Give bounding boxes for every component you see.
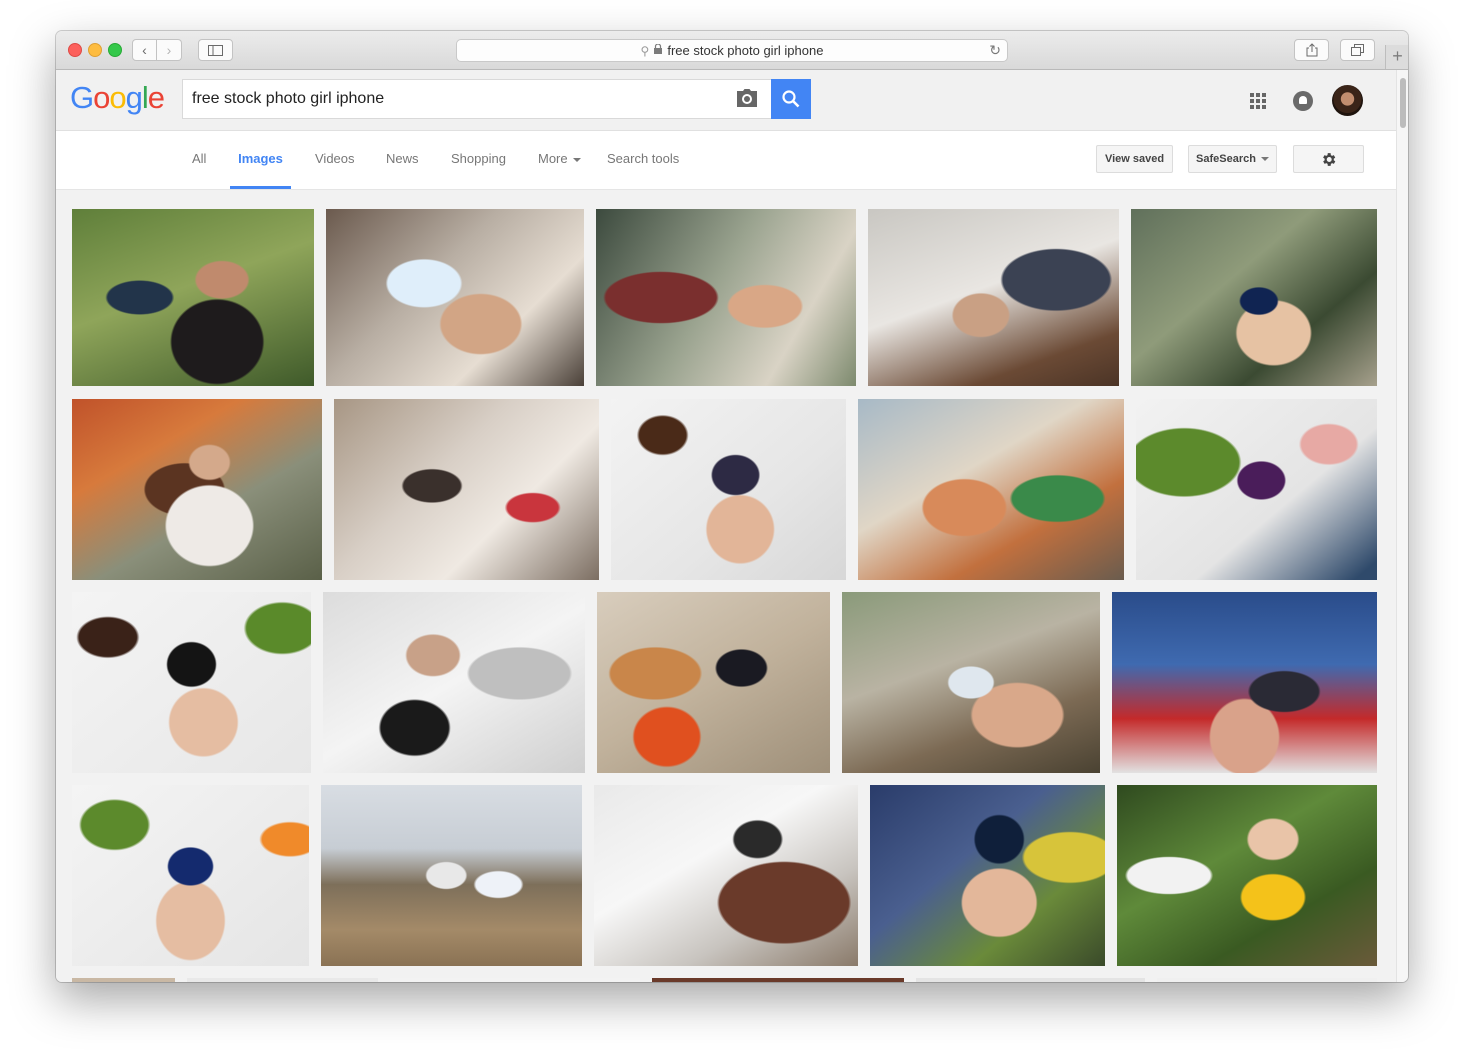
page-scrollbar[interactable] xyxy=(1396,70,1408,982)
tab-label: Images xyxy=(238,151,283,166)
safesearch-button[interactable]: SafeSearch xyxy=(1188,145,1277,173)
sidebar-toggle-button[interactable] xyxy=(198,39,233,61)
tab-label: All xyxy=(192,151,207,166)
view-saved-label: View saved xyxy=(1104,153,1165,165)
search-tabs-bar: All Images Videos News Shopping More Sea… xyxy=(56,131,1396,190)
image-result[interactable] xyxy=(72,592,311,773)
view-saved-button[interactable]: View saved xyxy=(1096,145,1173,173)
image-result[interactable] xyxy=(597,592,830,773)
address-text: free stock photo girl iphone xyxy=(667,43,824,58)
tab-videos[interactable]: Videos xyxy=(315,131,355,189)
image-result[interactable] xyxy=(611,399,846,580)
notifications-bell-icon[interactable] xyxy=(1293,91,1313,111)
safesearch-label: SafeSearch xyxy=(1196,153,1256,165)
browser-window: ‹ › ⚲ free stock photo girl iphone ↻ + G… xyxy=(56,31,1408,982)
search-input[interactable] xyxy=(183,80,741,118)
image-result[interactable] xyxy=(842,592,1100,773)
sidebar-icon xyxy=(208,44,223,56)
chevron-right-icon: › xyxy=(166,42,172,58)
search-icon xyxy=(782,90,800,108)
tab-label: More xyxy=(538,151,568,166)
image-result[interactable] xyxy=(187,978,378,982)
gear-icon xyxy=(1323,152,1336,166)
close-window-button[interactable] xyxy=(68,43,82,57)
chevron-left-icon: ‹ xyxy=(142,42,147,58)
image-result[interactable] xyxy=(72,209,314,386)
address-bar[interactable]: ⚲ free stock photo girl iphone ↻ xyxy=(456,39,1008,62)
avatar[interactable] xyxy=(1332,85,1363,116)
forward-button[interactable]: › xyxy=(157,39,182,61)
search-box xyxy=(182,79,772,119)
search-button[interactable] xyxy=(771,79,811,119)
logo-letter: G xyxy=(70,80,94,115)
back-button[interactable]: ‹ xyxy=(132,39,157,61)
image-result[interactable] xyxy=(652,978,904,982)
image-result[interactable] xyxy=(1112,592,1377,773)
google-header: Google xyxy=(56,70,1396,131)
tab-overview-button[interactable] xyxy=(1340,39,1375,61)
image-result[interactable] xyxy=(1117,785,1377,966)
share-button[interactable] xyxy=(1294,39,1329,61)
lock-icon xyxy=(654,43,663,57)
image-result[interactable] xyxy=(72,978,175,982)
image-result[interactable] xyxy=(1131,209,1377,386)
image-result[interactable] xyxy=(321,785,582,966)
logo-letter: o xyxy=(109,80,126,115)
image-result[interactable] xyxy=(72,785,309,966)
image-result[interactable] xyxy=(870,785,1105,966)
apps-grid-icon[interactable] xyxy=(1250,93,1266,109)
minimize-window-button[interactable] xyxy=(88,43,102,57)
image-result[interactable] xyxy=(323,592,585,773)
tab-all[interactable]: All xyxy=(192,131,206,189)
logo-letter: e xyxy=(147,80,165,115)
tab-more[interactable]: More xyxy=(538,131,581,189)
image-result[interactable] xyxy=(1136,399,1377,580)
image-result[interactable] xyxy=(326,209,584,386)
image-result[interactable] xyxy=(868,209,1119,386)
title-bar: ‹ › ⚲ free stock photo girl iphone ↻ + xyxy=(56,31,1408,70)
search-icon: ⚲ xyxy=(640,43,650,58)
image-result[interactable] xyxy=(1157,978,1377,982)
tab-label: Videos xyxy=(315,151,355,166)
image-result[interactable] xyxy=(594,785,858,966)
chevron-down-icon xyxy=(572,157,581,162)
tab-news[interactable]: News xyxy=(386,131,419,189)
image-results-grid xyxy=(56,190,1396,982)
image-result[interactable] xyxy=(858,399,1124,580)
tab-label: Shopping xyxy=(451,151,506,166)
logo-letter: o xyxy=(93,80,110,115)
chevron-down-icon xyxy=(1260,157,1269,162)
reload-icon[interactable]: ↻ xyxy=(989,42,1001,59)
image-result[interactable] xyxy=(390,978,640,982)
scrollbar-thumb[interactable] xyxy=(1400,78,1406,128)
share-icon xyxy=(1306,43,1317,57)
image-result[interactable] xyxy=(596,209,856,386)
settings-button[interactable] xyxy=(1293,145,1364,173)
camera-icon[interactable] xyxy=(736,89,758,107)
tabs-icon xyxy=(1351,44,1364,56)
tab-images[interactable]: Images xyxy=(230,131,291,189)
tab-shopping[interactable]: Shopping xyxy=(451,131,506,189)
maximize-window-button[interactable] xyxy=(108,43,122,57)
image-result[interactable] xyxy=(916,978,1145,982)
image-result[interactable] xyxy=(72,399,322,580)
tab-label: News xyxy=(386,151,419,166)
tab-search-tools[interactable]: Search tools xyxy=(607,131,679,189)
new-tab-button[interactable]: + xyxy=(1385,45,1408,69)
tab-label: Search tools xyxy=(607,151,680,166)
logo-letter: g xyxy=(125,80,143,115)
plus-icon: + xyxy=(1392,46,1403,66)
google-logo[interactable]: Google xyxy=(70,80,165,116)
image-result[interactable] xyxy=(334,399,599,580)
